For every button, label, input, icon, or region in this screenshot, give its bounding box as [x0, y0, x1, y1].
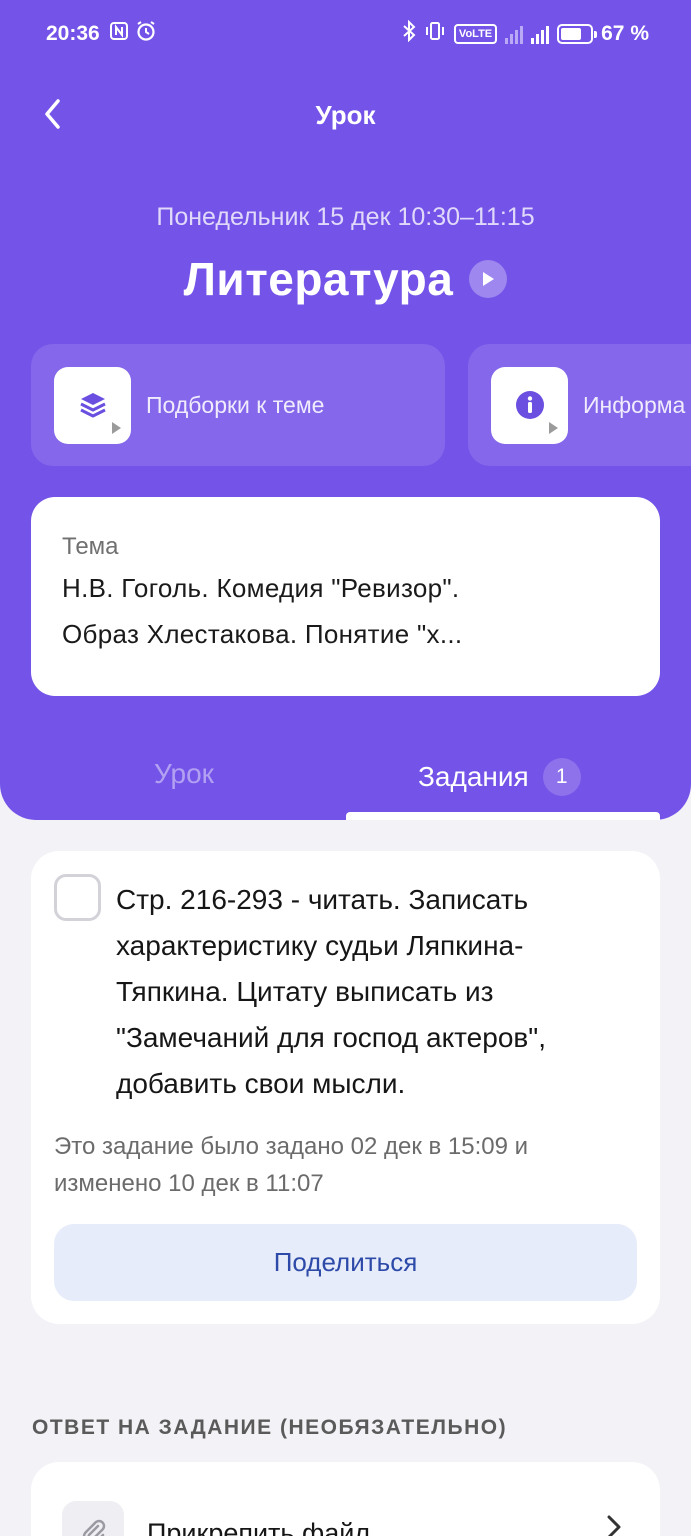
info-card[interactable]: Информа [468, 344, 691, 466]
page-title: Урок [315, 100, 376, 130]
collections-label: Подборки к теме [146, 391, 325, 418]
collections-card[interactable]: Подборки к теме [31, 344, 445, 466]
tab-tasks[interactable]: Задания 1 [418, 758, 581, 796]
nfc-icon [109, 21, 129, 47]
task-card: Стр. 216-293 - читать. Записать характер… [31, 851, 660, 1324]
battery-percent: 67 % [601, 22, 649, 45]
chevron-right-icon [606, 1514, 622, 1536]
tab-tasks-label: Задания [418, 761, 529, 792]
signal-4g-icon [531, 24, 550, 44]
topic-card[interactable]: Тема Н.В. Гоголь. Комедия "Ревизор". Обр… [31, 497, 660, 696]
info-icon [491, 366, 568, 444]
subject-row: Литература [0, 252, 691, 306]
battery-icon [557, 24, 598, 44]
bluetooth-icon [402, 19, 416, 48]
lesson-screen: 20:36 VoLTE 67 % Урок Понедельник 15 дек… [0, 0, 691, 1536]
signal-sim1-icon [505, 24, 524, 44]
info-label: Информа [583, 391, 686, 418]
lesson-header: 20:36 VoLTE 67 % Урок Понедельник 15 дек… [0, 0, 691, 820]
lesson-datetime: Понедельник 15 дек 10:30–11:15 [156, 203, 535, 231]
task-text: Стр. 216-293 - читать. Записать характер… [116, 884, 546, 1099]
alarm-icon [135, 20, 157, 48]
paperclip-icon [62, 1501, 124, 1536]
share-button[interactable]: Поделиться [54, 1224, 637, 1301]
vibrate-icon [424, 20, 446, 48]
attach-file-label: Прикрепить файл [147, 1518, 371, 1536]
tasks-count-badge: 1 [542, 758, 581, 796]
task-meta: Это задание было задано 02 дек в 15:09 и… [54, 1133, 529, 1197]
attach-file-row[interactable]: Прикрепить файл [31, 1462, 660, 1536]
active-tab-indicator [346, 812, 660, 820]
answer-section-heading: ОТВЕТ НА ЗАДАНИЕ (НЕОБЯЗАТЕЛЬНО) [32, 1416, 508, 1439]
status-time: 20:36 [46, 22, 100, 45]
play-icon[interactable] [469, 260, 508, 298]
topic-label: Тема [62, 533, 119, 560]
layers-icon [54, 366, 131, 444]
subject-title: Литература [183, 253, 454, 305]
status-bar: 20:36 VoLTE 67 % [0, 0, 691, 68]
topic-text: Н.В. Гоголь. Комедия "Ревизор". Образ Хл… [62, 573, 463, 649]
task-done-checkbox[interactable] [54, 874, 101, 921]
tab-lesson[interactable]: Урок [154, 758, 214, 790]
volte-icon: VoLTE [453, 24, 498, 44]
